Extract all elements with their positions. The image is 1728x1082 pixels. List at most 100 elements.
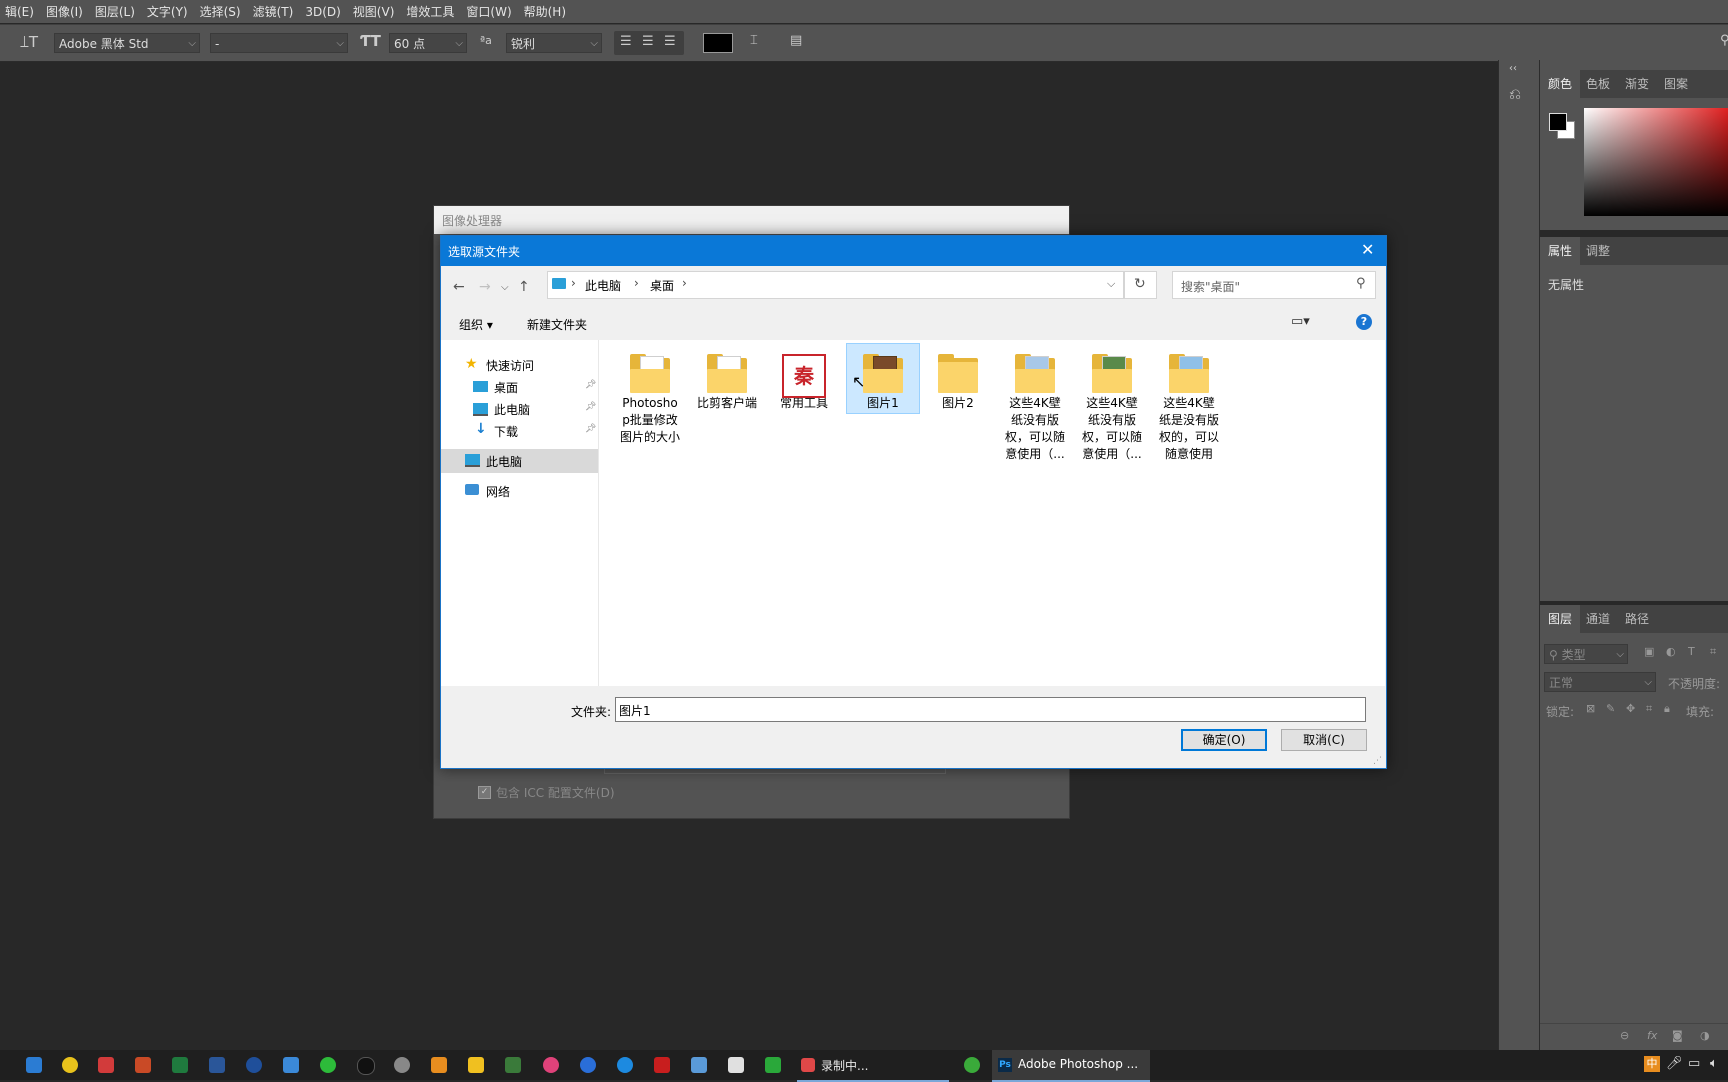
text-color-swatch[interactable] [703, 33, 733, 53]
menu-window[interactable]: 窗口(W) [461, 3, 518, 20]
acrobat-icon[interactable] [98, 1057, 114, 1073]
add-mask-icon[interactable]: ◙ [1672, 1029, 1683, 1042]
new-adjustment-icon[interactable]: ◑ [1700, 1029, 1710, 1042]
qq-icon[interactable] [357, 1057, 375, 1075]
folder-item[interactable]: 秦 常用工具 [769, 350, 839, 412]
icc-checkbox[interactable]: ✓ [478, 786, 491, 799]
nav-this-pc-pinned[interactable]: 此电脑 📌︎ [441, 398, 598, 420]
app-icon[interactable] [26, 1057, 42, 1073]
app-icon[interactable] [283, 1057, 299, 1073]
tab-gradients[interactable]: 渐变 [1625, 70, 1649, 98]
app-icon[interactable] [468, 1057, 484, 1073]
app-icon[interactable] [580, 1057, 596, 1073]
taskbar-photoshop-app[interactable]: Ps Adobe Photoshop ... [992, 1050, 1150, 1082]
menu-plugins[interactable]: 增效工具 [401, 3, 461, 20]
align-left-icon[interactable]: ☰ [620, 34, 632, 49]
folder-name-input[interactable]: 图片1 [615, 697, 1366, 722]
cancel-button[interactable]: 取消(C) [1281, 729, 1367, 751]
menu-edit[interactable]: 辑(E) [0, 3, 41, 20]
search-input[interactable]: 搜索"桌面" ⚲ [1172, 271, 1376, 299]
filter-type-icon[interactable]: T [1688, 645, 1695, 658]
new-folder-button[interactable]: 新建文件夹 [527, 316, 587, 333]
menu-type[interactable]: 文字(Y) [142, 3, 195, 20]
tab-channels[interactable]: 通道 [1586, 605, 1610, 633]
foreground-color[interactable] [1549, 113, 1567, 131]
lock-artboard-icon[interactable]: ⌗ [1646, 702, 1652, 716]
up-icon[interactable]: ↑ [518, 279, 530, 295]
folder-item[interactable]: 比剪客户端 [692, 350, 762, 412]
menu-select[interactable]: 选择(S) [195, 3, 248, 20]
menu-layer[interactable]: 图层(L) [90, 3, 142, 20]
microphone-icon[interactable]: 🎤︎ [1666, 1056, 1683, 1071]
color-field[interactable] [1584, 108, 1728, 216]
menu-view[interactable]: 视图(V) [348, 3, 402, 20]
font-family-select[interactable]: Adobe 黑体 Std ⌵ [54, 33, 200, 53]
resize-grip-icon[interactable]: ⋰ [1373, 756, 1382, 766]
search-icon[interactable]: ⚲ [1720, 33, 1728, 48]
address-dropdown-icon[interactable]: ⌵ [1107, 277, 1115, 291]
link-layers-icon[interactable]: ⊖ [1620, 1029, 1629, 1042]
app-icon[interactable] [617, 1057, 633, 1073]
lock-paint-icon[interactable]: ✎ [1606, 702, 1615, 715]
nav-network[interactable]: 网络 [441, 480, 598, 502]
tab-layers[interactable]: 图层 [1540, 605, 1580, 633]
app-icon[interactable] [728, 1057, 744, 1073]
back-icon[interactable]: ← [453, 279, 465, 295]
app-icon[interactable] [543, 1057, 559, 1073]
app-icon[interactable] [431, 1057, 447, 1073]
network-icon[interactable]: ▭ [1688, 1056, 1700, 1071]
folder-item[interactable]: 这些4K壁 纸没有版 权，可以随 意使用（... [1077, 350, 1147, 463]
filter-pixel-icon[interactable]: ▣ [1644, 645, 1654, 658]
nav-this-pc[interactable]: 此电脑 [441, 449, 598, 473]
powerpoint-icon[interactable] [135, 1057, 151, 1073]
antialias-select[interactable]: 锐利 ⌵ [506, 33, 602, 53]
filter-adjustment-icon[interactable]: ◐ [1666, 645, 1676, 658]
breadcrumb-this-pc[interactable]: 此电脑 [585, 277, 621, 294]
view-options-icon[interactable]: ▭▾ [1291, 314, 1310, 329]
menu-image[interactable]: 图像(I) [41, 3, 90, 20]
ok-button[interactable]: 确定(O) [1181, 729, 1267, 751]
character-panel-icon[interactable]: ▤ [790, 33, 802, 48]
ime-indicator[interactable]: 中 [1644, 1056, 1660, 1072]
folder-item[interactable]: 这些4K壁 纸是没有版 权的，可以 随意使用 [1154, 350, 1224, 463]
fx-icon[interactable]: fx [1647, 1029, 1657, 1042]
history-icon[interactable]: ⎌ [1509, 85, 1521, 103]
align-right-icon[interactable]: ☰ [664, 34, 676, 49]
forward-icon[interactable]: → [479, 279, 491, 295]
wechat-icon[interactable] [320, 1057, 336, 1073]
refresh-button[interactable]: ↻ [1124, 271, 1157, 299]
app-icon[interactable] [62, 1057, 78, 1073]
folder-item[interactable]: Photosho p批量修改 图片的大小 [615, 350, 685, 446]
app-icon[interactable] [691, 1057, 707, 1073]
tab-color[interactable]: 颜色 [1540, 70, 1580, 98]
filter-shape-icon[interactable]: ⌗ [1710, 645, 1716, 659]
text-orientation-icon[interactable]: ⟘T [20, 33, 38, 51]
app-icon[interactable] [394, 1057, 410, 1073]
app-icon[interactable] [964, 1057, 980, 1073]
tab-paths[interactable]: 路径 [1625, 605, 1649, 633]
excel-icon[interactable] [172, 1057, 188, 1073]
nav-quick-access[interactable]: ★ 快速访问 [441, 354, 598, 376]
warp-text-icon[interactable]: ⌶ [750, 33, 758, 48]
blend-mode-select[interactable]: 正常 ⌵ [1544, 672, 1656, 692]
lock-all-icon[interactable]: 🔒︎ [1664, 702, 1670, 716]
menu-3d[interactable]: 3D(D) [300, 5, 347, 19]
address-bar[interactable]: › 此电脑 › 桌面 › ⌵ [547, 271, 1124, 299]
close-icon[interactable]: ✕ [1361, 240, 1374, 259]
folder-item[interactable]: 图片2 [923, 350, 993, 412]
tab-properties[interactable]: 属性 [1540, 237, 1580, 265]
lock-position-icon[interactable]: ✥ [1626, 702, 1635, 715]
menu-help[interactable]: 帮助(H) [519, 3, 573, 20]
help-icon[interactable]: ? [1356, 314, 1372, 330]
menu-filter[interactable]: 滤镜(T) [248, 3, 301, 20]
volume-icon[interactable]: 🔈︎ [1710, 1056, 1718, 1071]
tab-patterns[interactable]: 图案 [1664, 70, 1688, 98]
nav-downloads[interactable]: ↓ 下载 📌︎ [441, 420, 598, 442]
align-center-icon[interactable]: ☰ [642, 34, 654, 49]
recent-locations-icon[interactable]: ⌵ [501, 282, 509, 293]
layer-filter-select[interactable]: ⚲ 类型 ⌵ [1544, 644, 1628, 664]
app-icon[interactable] [246, 1057, 262, 1073]
tab-swatches[interactable]: 色板 [1586, 70, 1610, 98]
app-icon[interactable] [505, 1057, 521, 1073]
lock-transparent-icon[interactable]: ⊠ [1586, 702, 1595, 715]
